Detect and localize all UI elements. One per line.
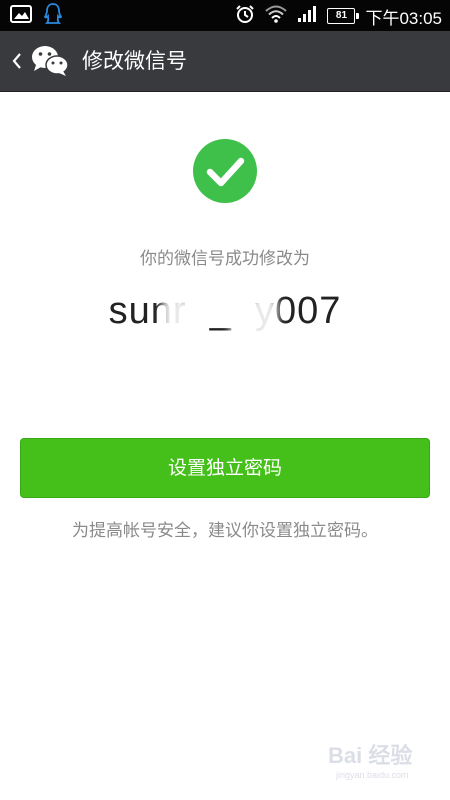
- security-hint: 为提高帐号安全，建议你设置独立密码。: [72, 521, 378, 541]
- wechat-id-value: sunr _ y007: [0, 290, 450, 333]
- checkmark-circle-icon: [193, 139, 257, 203]
- set-password-button[interactable]: 设置独立密码: [20, 438, 430, 498]
- status-bar-right: 81 下午03:05: [235, 4, 442, 28]
- battery-icon: 81: [327, 8, 360, 24]
- watermark-text: Bai 经验: [328, 743, 413, 768]
- baidu-watermark: Bai 经验 jingyan.baidu.com: [328, 736, 438, 786]
- page-title: 修改微信号: [82, 49, 187, 73]
- success-message: 你的微信号成功修改为: [140, 249, 310, 269]
- status-bar: 81 下午03:05: [0, 0, 450, 31]
- wechat-logo-icon[interactable]: [30, 43, 70, 79]
- status-bar-time: 下午03:05: [365, 8, 442, 28]
- image-icon: [10, 5, 32, 27]
- wechat-id-text: sunr _ y007: [108, 290, 342, 332]
- qq-icon: [43, 3, 63, 29]
- watermark-url: jingyan.baidu.com: [336, 770, 409, 780]
- signal-icon: [297, 5, 317, 27]
- action-bar: 修改微信号: [0, 31, 450, 92]
- chevron-left-icon[interactable]: [10, 51, 24, 71]
- alarm-icon: [235, 4, 255, 28]
- redaction-mask: [162, 298, 202, 340]
- status-bar-left: [10, 3, 63, 29]
- wifi-icon: [265, 5, 288, 27]
- redaction-mask: [230, 298, 278, 340]
